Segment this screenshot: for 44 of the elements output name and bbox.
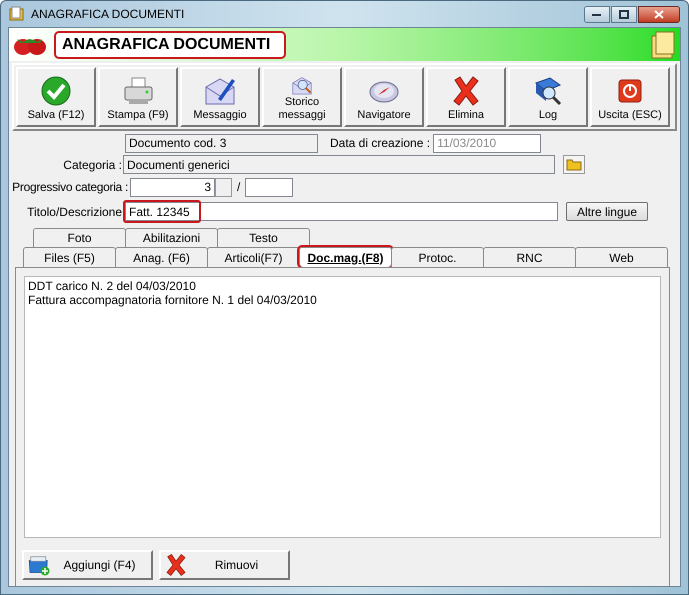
- tab[interactable]: Articoli(F7): [207, 247, 300, 267]
- folder-button[interactable]: [563, 155, 585, 174]
- printer-icon: [122, 75, 154, 107]
- minimize-icon: [592, 12, 602, 16]
- list-item[interactable]: DDT carico N. 2 del 04/03/2010: [28, 279, 657, 293]
- progressive-total-field[interactable]: [245, 178, 294, 196]
- field-label: Categoria :: [62, 156, 123, 174]
- code-field[interactable]: Documento cod. 3: [125, 134, 318, 152]
- book-magnifier-icon: [532, 75, 564, 107]
- title-field[interactable]: Fatt. 12345: [125, 202, 558, 221]
- tab[interactable]: Testo: [217, 228, 310, 247]
- maximize-button[interactable]: [611, 6, 637, 22]
- window-title: ANAGRAFICA DOCUMENTI: [31, 6, 184, 23]
- tab[interactable]: Doc.mag.(F8): [299, 247, 392, 267]
- close-icon: [654, 10, 664, 18]
- toolbar-button[interactable]: Elimina: [426, 67, 506, 127]
- toolbar-button[interactable]: Salva (F12): [16, 67, 96, 127]
- tab[interactable]: Files (F5): [23, 247, 116, 267]
- list-item[interactable]: Fattura accompagnatoria fornitore N. 1 del 04/03/2010: [28, 293, 657, 307]
- progressive-field[interactable]: 3: [130, 178, 215, 196]
- toolbar-button[interactable]: Navigatore: [344, 67, 424, 127]
- other-languages-button[interactable]: Altre lingue: [566, 202, 648, 221]
- check-icon: [40, 75, 72, 107]
- tab[interactable]: Protoc.: [391, 247, 484, 267]
- tab[interactable]: Foto: [33, 228, 126, 247]
- category-field[interactable]: Documenti generici: [123, 155, 555, 174]
- toolbar-button[interactable]: Stampa (F9): [98, 67, 178, 127]
- toolbar-button[interactable]: Messaggio: [180, 67, 260, 127]
- maximize-icon: [619, 10, 629, 18]
- field-label: Data di creazione :: [330, 135, 430, 152]
- action-button[interactable]: Aggiungi (F4): [22, 550, 153, 580]
- field-label: Titolo/Descrizione: [26, 204, 123, 220]
- toolbar-button[interactable]: Log: [508, 67, 588, 127]
- cross-icon: [164, 553, 188, 577]
- minimize-button[interactable]: [584, 6, 610, 22]
- header-title: ANAGRAFICA DOCUMENTI: [54, 30, 286, 58]
- close-button[interactable]: [638, 6, 680, 22]
- action-button[interactable]: Rimuovi: [159, 550, 290, 580]
- toolbar-button[interactable]: Storico messaggi: [262, 67, 342, 127]
- field-label: Progressivo categoria :: [11, 179, 129, 196]
- tab[interactable]: Web: [575, 247, 668, 267]
- toolbar-button[interactable]: Uscita (ESC): [590, 67, 670, 127]
- tab[interactable]: Anag. (F6): [115, 247, 208, 267]
- separator-text: /: [237, 179, 240, 196]
